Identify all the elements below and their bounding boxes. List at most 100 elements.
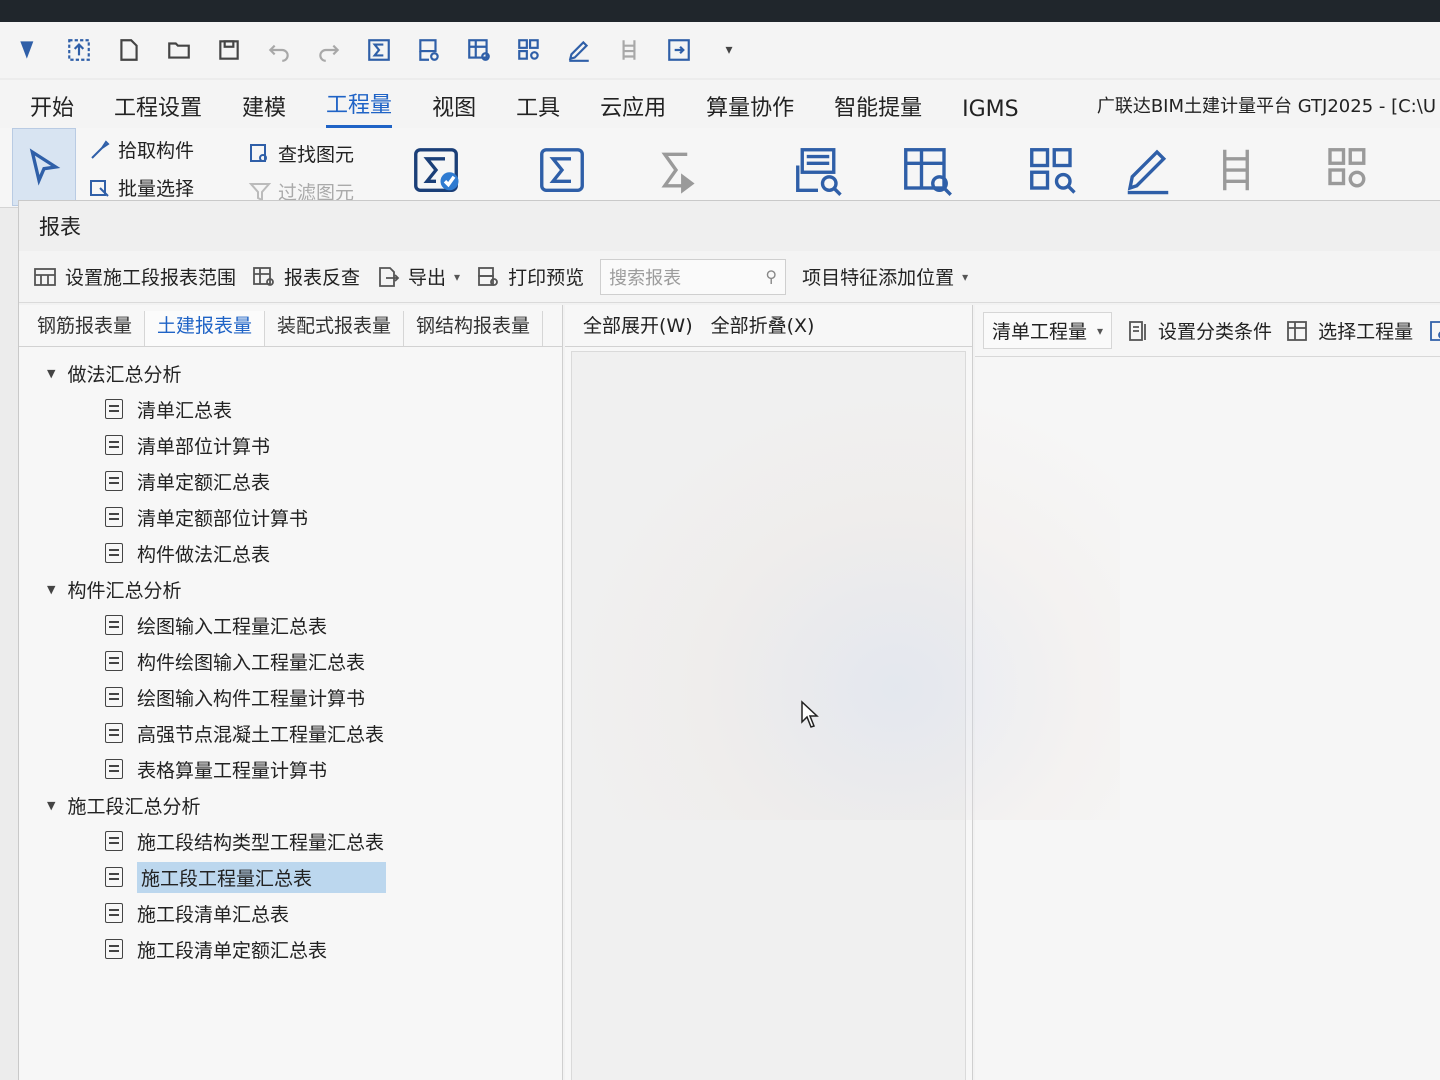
view-quantity-button[interactable] — [894, 138, 958, 202]
component-check-button[interactable] — [1316, 138, 1380, 202]
open-folder-icon[interactable] — [154, 30, 204, 70]
tree-item[interactable]: 清单部位计算书 — [19, 427, 562, 463]
select-tool-button[interactable] — [12, 128, 76, 206]
tree-item-label: 高强节点混凝土工程量汇总表 — [137, 723, 385, 746]
tab-rebar-report[interactable]: 钢筋报表量 — [25, 311, 146, 346]
pen-edit-icon — [1127, 149, 1169, 195]
view-report-button[interactable] — [786, 138, 850, 202]
tab-prefab-report[interactable]: 装配式报表量 — [265, 311, 405, 346]
tree-item[interactable]: 施工段结构类型工程量汇总表 — [19, 823, 562, 859]
menu-tab-igms[interactable]: IGMS — [962, 97, 1018, 128]
menu-tab-quantities[interactable]: 工程量 — [326, 87, 393, 128]
tree-item[interactable]: 清单定额汇总表 — [19, 463, 562, 499]
print-preview-label: 打印预览 — [508, 267, 585, 289]
app-logo-icon[interactable] — [4, 30, 54, 70]
upload-icon[interactable] — [54, 30, 104, 70]
tree-item[interactable]: 绘图输入构件工程量计算书 — [19, 679, 562, 715]
set-category-button[interactable]: 设置分类条件 — [1126, 317, 1272, 344]
pick-component-label: 拾取构件 — [118, 140, 195, 162]
tree-group-method-summary[interactable]: ▼ 做法汇总分析 — [19, 355, 562, 391]
menu-tab-tools[interactable]: 工具 — [516, 90, 560, 128]
select-quantity-button[interactable]: 选择工程量 — [1286, 317, 1413, 344]
save-icon[interactable] — [204, 30, 254, 70]
menu-tab-collaboration[interactable]: 算量协作 — [706, 90, 794, 128]
ladder-large-icon — [1223, 149, 1249, 191]
menu-tab-cloud[interactable]: 云应用 — [600, 90, 666, 128]
menu-tab-view[interactable]: 视图 — [432, 90, 476, 128]
tree-item-label: 表格算量工程量计算书 — [137, 759, 328, 782]
component-grid-icon — [1328, 148, 1366, 188]
partial-sum-button[interactable] — [644, 138, 708, 202]
sigma-icon — [540, 148, 584, 192]
summary-calc-button[interactable] — [530, 138, 594, 202]
summary-calc-selected-button[interactable] — [404, 138, 468, 202]
redo-icon[interactable] — [304, 30, 354, 70]
tree-item[interactable]: 施工段清单汇总表 — [19, 895, 562, 931]
pick-component-button[interactable]: 拾取构件 — [88, 136, 194, 163]
document-icon — [105, 939, 123, 959]
expand-caret-icon[interactable]: ▼ — [47, 799, 55, 812]
feature-position-dropdown[interactable]: 项目特征添加位置 ▾ — [802, 263, 968, 290]
menu-tab-smart-extraction[interactable]: 智能提量 — [834, 90, 922, 128]
tree-group-component-summary[interactable]: ▼ 构件汇总分析 — [19, 571, 562, 607]
grid-query-icon[interactable] — [454, 30, 504, 70]
menu-tab-start[interactable]: 开始 — [30, 90, 74, 128]
pointer-arrow-icon — [29, 148, 61, 186]
tree-item[interactable]: 绘图输入工程量汇总表 — [19, 607, 562, 643]
tree-item-label: 清单定额部位计算书 — [137, 507, 309, 530]
tree-item[interactable]: 高强节点混凝土工程量汇总表 — [19, 715, 562, 751]
report-query-icon[interactable] — [404, 30, 454, 70]
edit-pen-icon[interactable] — [554, 30, 604, 70]
stage-range-icon — [34, 267, 56, 286]
ladder-tool-button[interactable] — [1204, 138, 1268, 202]
chevron-down-icon: ▾ — [1097, 323, 1104, 338]
tab-steel-report[interactable]: 钢结构报表量 — [404, 311, 544, 346]
tab-civil-report[interactable]: 土建报表量 — [145, 311, 266, 346]
sync-icon[interactable] — [654, 30, 704, 70]
tree-item[interactable]: 构件绘图输入工程量汇总表 — [19, 643, 562, 679]
set-stage-range-button[interactable]: 设置施工段报表范围 — [33, 263, 236, 290]
export-label: 导出 — [408, 267, 447, 289]
export-dropdown-icon[interactable]: ▾ — [454, 270, 460, 284]
expand-caret-icon[interactable]: ▼ — [47, 367, 55, 380]
expand-all-button[interactable]: 全部展开(W) — [583, 311, 693, 338]
app-title: 广联达BIM土建计量平台 GTJ2025 - [C:\U — [1096, 96, 1436, 117]
print-preview-button[interactable]: 打印预览 — [476, 263, 584, 290]
tree-item[interactable]: 表格算量工程量计算书 — [19, 751, 562, 787]
edit-quantity-button[interactable] — [1116, 138, 1180, 202]
tree-item[interactable]: 施工段清单定额汇总表 — [19, 931, 562, 967]
tree-group-stage-summary[interactable]: ▼ 施工段汇总分析 — [19, 787, 562, 823]
customize-dropdown-icon[interactable]: ▾ — [704, 30, 754, 70]
ladder-icon[interactable] — [604, 30, 654, 70]
find-element-button[interactable]: 查找图元 — [248, 140, 354, 167]
view-calc-button[interactable] — [1020, 138, 1084, 202]
expand-caret-icon[interactable]: ▼ — [47, 583, 55, 596]
new-file-icon[interactable] — [104, 30, 154, 70]
report-subtabs: 钢筋报表量 土建报表量 装配式报表量 钢结构报表量 — [19, 305, 562, 347]
search-report-input[interactable]: 搜索报表 ⚲ — [600, 258, 787, 295]
menu-tab-modeling[interactable]: 建模 — [242, 90, 286, 128]
undo-icon[interactable] — [254, 30, 304, 70]
sigma-partial-icon — [661, 152, 695, 194]
tree-item[interactable]: 清单定额部位计算书 — [19, 499, 562, 535]
tree-item[interactable]: 清单汇总表 — [19, 391, 562, 427]
sum-icon[interactable] — [354, 30, 404, 70]
menu-tab-project-settings[interactable]: 工程设置 — [114, 90, 202, 128]
collapse-all-button[interactable]: 全部折叠(X) — [711, 311, 815, 338]
export-button[interactable]: 导出 ▾ — [376, 263, 460, 290]
select-quantity-icon — [1287, 320, 1307, 341]
category-tree-area[interactable] — [571, 351, 966, 1080]
tree-item-label: 清单定额汇总表 — [137, 471, 271, 494]
component-query-icon[interactable] — [504, 30, 554, 70]
tree-group-label: 施工段汇总分析 — [67, 795, 201, 818]
quantity-type-dropdown[interactable]: 清单工程量 ▾ — [983, 312, 1113, 349]
report-review-button[interactable]: 报表反查 — [252, 263, 360, 290]
settings-button[interactable]: 设 — [1427, 317, 1440, 344]
tree-item[interactable]: 构件做法汇总表 — [19, 535, 562, 571]
document-icon — [105, 507, 123, 527]
batch-select-button[interactable]: 批量选择 — [88, 174, 194, 201]
tree-item-selected[interactable]: 施工段工程量汇总表 — [19, 859, 562, 895]
document-icon — [105, 723, 123, 743]
document-icon — [105, 399, 123, 419]
document-icon — [105, 615, 123, 635]
